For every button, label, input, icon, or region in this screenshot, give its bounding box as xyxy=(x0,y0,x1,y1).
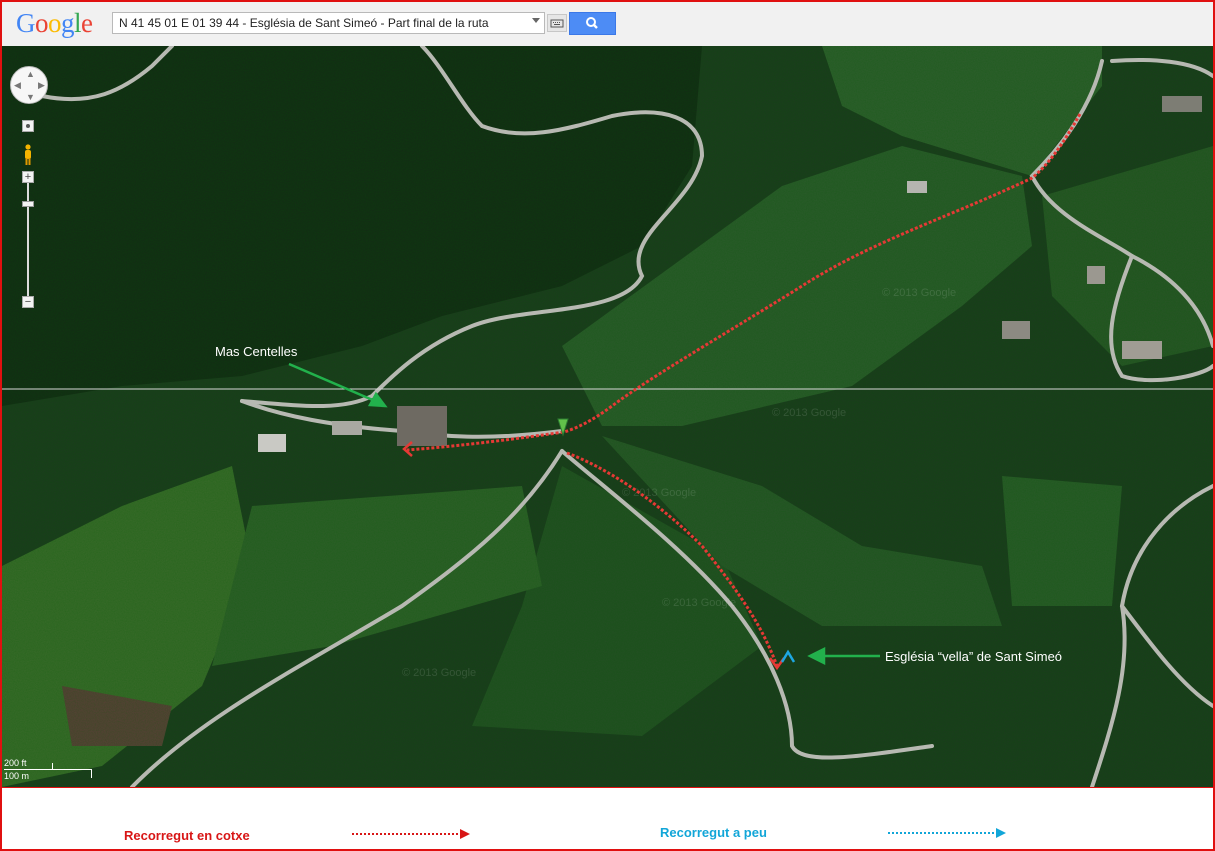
google-logo[interactable]: Google xyxy=(16,8,93,39)
search-button[interactable] xyxy=(569,12,616,35)
search-box[interactable] xyxy=(112,12,545,34)
maps-header: Google xyxy=(2,2,1213,47)
pegman-icon[interactable] xyxy=(23,144,33,166)
layers-dot-icon[interactable] xyxy=(22,120,34,132)
satellite-map[interactable]: © 2013 Google © 2013 Google © 2013 Googl… xyxy=(2,46,1213,787)
legend-car-label: Recorregut en cotxe xyxy=(124,828,250,843)
logo-letter: o xyxy=(35,8,49,38)
search-icon xyxy=(586,17,598,29)
logo-letter: e xyxy=(81,8,93,38)
esglesia-label: Església “vella” de Sant Simeó xyxy=(885,649,1063,664)
map-canvas: © 2013 Google © 2013 Google © 2013 Googl… xyxy=(2,46,1213,787)
search-input[interactable] xyxy=(113,13,530,33)
scale-imperial: 200 ft xyxy=(4,758,27,768)
legend-walk-arrow-icon xyxy=(888,828,1006,838)
zoom-in-button[interactable]: + xyxy=(22,171,34,183)
logo-letter: G xyxy=(16,8,36,38)
legend-car-arrow-icon xyxy=(352,829,470,839)
scale-metric: 100 m xyxy=(4,771,30,781)
zoom-slider-handle[interactable] xyxy=(22,201,34,207)
scale-bar: 200 ft 100 m xyxy=(4,758,92,782)
triangle-down-icon[interactable] xyxy=(532,18,540,23)
svg-text:© 2013 Google: © 2013 Google xyxy=(882,287,956,299)
logo-letter: l xyxy=(74,8,82,38)
logo-letter: o xyxy=(48,8,62,38)
legend-walk-label: Recorregut a peu xyxy=(660,825,767,840)
mas-centelles-label: Mas Centelles xyxy=(215,344,298,359)
legend: Recorregut en cotxe Recorregut a peu xyxy=(2,788,1213,849)
keyboard-icon[interactable] xyxy=(547,14,567,32)
svg-text:© 2013 Google: © 2013 Google xyxy=(402,667,476,679)
svg-text:© 2013 Google: © 2013 Google xyxy=(772,407,846,419)
logo-letter: g xyxy=(61,8,75,38)
pan-compass-icon[interactable]: ▲ ▼ ◀ ▶ xyxy=(10,66,48,104)
zoom-out-button[interactable]: − xyxy=(22,296,34,308)
svg-text:© 2013 Google: © 2013 Google xyxy=(662,597,736,609)
